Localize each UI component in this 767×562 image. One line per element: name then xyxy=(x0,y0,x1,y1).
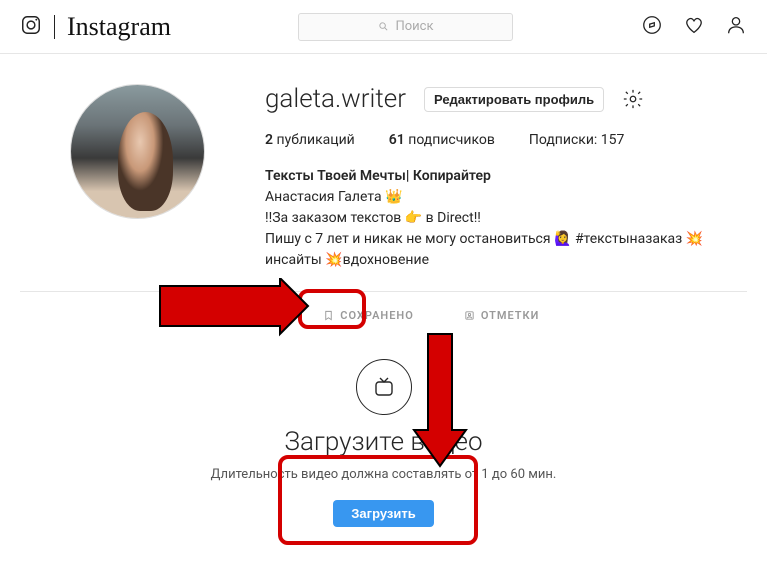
search-placeholder: Поиск xyxy=(395,19,433,34)
profile-info: galeta.writer Редактировать профиль 2 пу… xyxy=(265,84,747,271)
avatar[interactable] xyxy=(70,84,205,219)
stat-following[interactable]: Подписки: 157 xyxy=(529,132,625,148)
bio: Тексты Твоей Мечты| Копирайтер Анастасия… xyxy=(265,166,747,271)
bio-line: !!За заказом текстов 👉 в Direct!! xyxy=(265,208,747,229)
tab-igtv[interactable]: IGTV xyxy=(228,291,274,339)
search-input[interactable]: Поиск xyxy=(298,13,513,41)
search-icon xyxy=(378,21,389,32)
edit-profile-button[interactable]: Редактировать профиль xyxy=(424,87,604,112)
brand[interactable]: Instagram xyxy=(20,12,171,42)
tab-label: IGTV xyxy=(245,309,274,322)
explore-icon[interactable] xyxy=(641,14,663,40)
igtv-empty-icon xyxy=(356,359,412,415)
gear-icon[interactable] xyxy=(622,88,644,110)
tagged-icon xyxy=(464,310,475,321)
profile-section: galeta.writer Редактировать профиль 2 пу… xyxy=(0,54,767,291)
top-icons xyxy=(641,14,747,40)
stats-row: 2 публикаций 61 подписчиков Подписки: 15… xyxy=(265,132,747,148)
bio-line: Пишу с 7 лет и никак не могу остановитьс… xyxy=(265,229,747,271)
tv-outline-icon xyxy=(372,375,396,399)
avatar-image xyxy=(71,85,204,218)
username: galeta.writer xyxy=(265,84,406,114)
bookmark-icon xyxy=(323,310,334,321)
tab-saved[interactable]: СОХРАНЕНО xyxy=(323,291,414,339)
bio-line: Анастасия Галета 👑 xyxy=(265,187,747,208)
instagram-logo-icon xyxy=(20,14,42,40)
profile-icon[interactable] xyxy=(725,14,747,40)
profile-header-row: galeta.writer Редактировать профиль xyxy=(265,84,747,114)
topbar: Instagram Поиск xyxy=(0,0,767,54)
tab-label: ОТМЕТКИ xyxy=(481,309,540,322)
tv-icon xyxy=(228,310,239,321)
igtv-empty-state: Загрузите видео Длительность видео должн… xyxy=(0,339,767,537)
upload-button[interactable]: Загрузить xyxy=(333,500,433,527)
tabs: IGTV СОХРАНЕНО ОТМЕТКИ xyxy=(20,291,747,339)
empty-subtitle: Длительность видео должна составлять от … xyxy=(0,467,767,482)
tab-tagged[interactable]: ОТМЕТКИ xyxy=(464,291,540,339)
brand-name: Instagram xyxy=(67,12,171,42)
tab-label: СОХРАНЕНО xyxy=(340,309,414,322)
stat-posts: 2 публикаций xyxy=(265,132,355,148)
empty-title: Загрузите видео xyxy=(0,427,767,457)
stat-followers[interactable]: 61 подписчиков xyxy=(389,132,495,148)
search-wrap: Поиск xyxy=(187,13,625,41)
brand-divider xyxy=(54,15,55,39)
heart-icon[interactable] xyxy=(683,14,705,40)
bio-title: Тексты Твоей Мечты| Копирайтер xyxy=(265,166,747,187)
